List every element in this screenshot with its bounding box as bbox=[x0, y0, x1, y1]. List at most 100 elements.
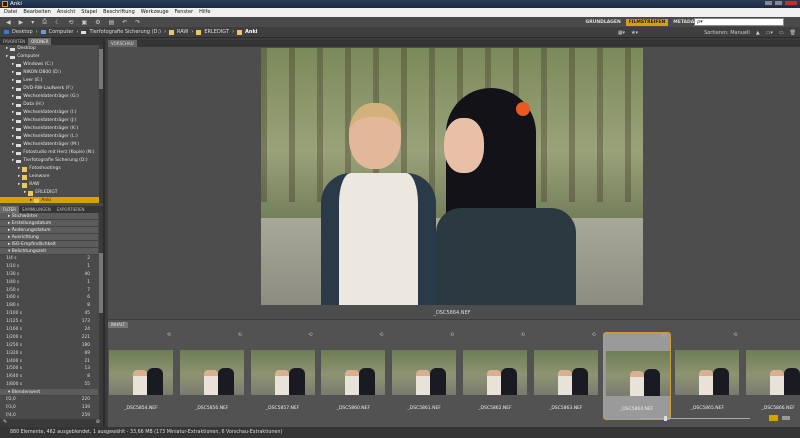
menu-hilfe[interactable]: Hilfe bbox=[199, 8, 210, 17]
breadcrumb-drive[interactable]: Tierfotografie Sicherung (D:) bbox=[89, 29, 161, 35]
back-icon[interactable]: ◀ bbox=[6, 19, 11, 26]
filter-row[interactable]: 1/500 s 13 bbox=[0, 365, 98, 373]
search-input[interactable]: ρ▾ bbox=[694, 18, 784, 26]
review-icon[interactable]: ⚙ bbox=[95, 19, 100, 26]
breadcrumb-computer[interactable]: Computer bbox=[49, 29, 74, 35]
close-button[interactable] bbox=[784, 0, 798, 6]
tree-scrollbar[interactable] bbox=[99, 45, 103, 203]
tree-item[interactable]: ▸ Fotoshootings bbox=[0, 165, 103, 173]
tree-item[interactable]: ▸ RAW bbox=[0, 181, 103, 189]
filter-row[interactable]: 1/400 s 21 bbox=[0, 358, 98, 366]
tree-item[interactable]: ▸ Computer bbox=[0, 53, 103, 61]
tree-item[interactable]: ▸ NIKON D800 (D:) bbox=[0, 69, 103, 77]
tree-item[interactable]: ▸ Wechseldatenträger (I:) bbox=[0, 109, 103, 117]
sort-direction-icon[interactable]: ▲ bbox=[756, 30, 760, 36]
tab-favoriten[interactable]: FAVORITEN bbox=[0, 38, 28, 45]
rotate-icon[interactable]: ⟲ bbox=[450, 332, 454, 338]
filter-row[interactable]: 1/50 s 7 bbox=[0, 287, 98, 295]
filter-row[interactable]: 1/30 s 40 bbox=[0, 271, 98, 279]
rotate-icon[interactable]: ⟲ bbox=[308, 332, 312, 338]
sort-dropdown[interactable]: Sortieren: Manuell bbox=[704, 30, 750, 36]
menu-ansicht[interactable]: Ansicht bbox=[57, 8, 75, 17]
filter-row[interactable]: 1/200 s 221 bbox=[0, 334, 98, 342]
tree-item[interactable]: ▸ Leinware bbox=[0, 173, 103, 181]
tree-item[interactable]: ▸ Wechseldatenträger (M:) bbox=[0, 141, 103, 149]
thumbnail-cell[interactable]: ⟲ _DSC5864.NEF bbox=[602, 332, 671, 420]
tab-ordner[interactable]: ORDNER bbox=[28, 38, 52, 45]
star-filter-icon[interactable]: ★▾ bbox=[631, 30, 638, 36]
tree-item[interactable]: ▸ Wechseldatenträger (K:) bbox=[0, 125, 103, 133]
workspace-grundlagen[interactable]: GRUNDLAGEN bbox=[586, 20, 621, 25]
refine-icon[interactable]: ☾ bbox=[55, 19, 60, 26]
tab-exportieren[interactable]: EXPORTIEREN bbox=[54, 206, 88, 213]
rotate-icon[interactable]: ⟲ bbox=[733, 332, 737, 338]
rotate-icon[interactable]: ⟲ bbox=[592, 332, 596, 338]
new-folder-icon[interactable]: ▭ bbox=[779, 30, 784, 36]
pin-icon[interactable]: ✎ bbox=[3, 419, 7, 425]
thumbnail-cell[interactable]: ⟲ _DSC5865.NEF bbox=[673, 332, 741, 420]
filter-row[interactable]: 1/160 s 24 bbox=[0, 326, 98, 334]
filter-row[interactable]: f/2,0 220 bbox=[0, 396, 98, 404]
filter-scrollbar[interactable] bbox=[99, 213, 103, 429]
view-grid-icon[interactable] bbox=[769, 415, 778, 421]
thumbnail-cell[interactable]: ⟲ _DSC5857.NEF bbox=[249, 332, 317, 420]
thumbnail-cell[interactable]: ⟲ _DSC5862.NEF bbox=[461, 332, 529, 420]
filter-row[interactable]: 1/100 s 45 bbox=[0, 310, 98, 318]
maximize-button[interactable] bbox=[774, 0, 783, 6]
thumbnail-cell[interactable]: ⟲ _DSC5854.NEF bbox=[107, 332, 175, 420]
thumbnail-cell[interactable]: ⟲ _DSC5861.NEF bbox=[390, 332, 458, 420]
menu-fenster[interactable]: Fenster bbox=[175, 8, 194, 17]
filter-row[interactable]: 1/10 s 1 bbox=[0, 263, 98, 271]
preview-image[interactable] bbox=[261, 48, 643, 305]
filter-group[interactable]: ▸ Änderungsdatum bbox=[0, 227, 98, 234]
tree-item[interactable]: ▸ ERLEDIGT bbox=[0, 189, 103, 197]
menu-bearbeiten[interactable]: Bearbeiten bbox=[23, 8, 50, 17]
thumbnail-cell[interactable]: ⟲ _DSC5860.NEF bbox=[319, 332, 387, 420]
output-icon[interactable]: ▤ bbox=[109, 19, 115, 26]
view-list-icon[interactable] bbox=[782, 416, 790, 420]
recent-icon[interactable]: ▾ bbox=[31, 19, 34, 26]
filter-row[interactable]: 1/40 s 1 bbox=[0, 279, 98, 287]
filter-group[interactable]: ▸ Ausrichtung bbox=[0, 234, 98, 241]
tree-item[interactable]: ▸ Desktop bbox=[0, 45, 103, 53]
rotate-icon[interactable]: ⟲ bbox=[379, 332, 383, 338]
clear-filter-icon[interactable]: ⊘ bbox=[96, 419, 100, 425]
tree-item[interactable]: ▸ DVD-RW-Laufwerk (F:) bbox=[0, 85, 103, 93]
filter-row[interactable]: 1/800 s 55 bbox=[0, 381, 98, 389]
trash-icon[interactable]: 🗑 bbox=[790, 30, 796, 36]
filter-row[interactable]: 1/640 s 8 bbox=[0, 373, 98, 381]
tree-item[interactable]: ▸ Windows (C:) bbox=[0, 61, 103, 69]
breadcrumb-desktop[interactable]: Desktop bbox=[12, 29, 33, 35]
minimize-button[interactable] bbox=[764, 0, 773, 6]
filter-row[interactable]: 1/320 s 69 bbox=[0, 350, 98, 358]
filter-group[interactable]: ▸ Erstellungsdatum bbox=[0, 220, 98, 227]
thumbnail-cell[interactable]: ⟲ _DSC5863.NEF bbox=[532, 332, 600, 420]
tree-item[interactable]: ▸ Tierfotografie Sicherung (D:) bbox=[0, 157, 103, 165]
tree-item[interactable]: ▸ Wechseldatenträger (J:) bbox=[0, 117, 103, 125]
tab-inhalt[interactable]: INHALT bbox=[108, 322, 129, 328]
tree-item[interactable]: ▸ Fotostudio mit Herz (Kopie) (N:) bbox=[0, 149, 103, 157]
filter-row[interactable]: 1/80 s 8 bbox=[0, 302, 98, 310]
camera-import-icon[interactable]: ⎙ bbox=[42, 18, 47, 26]
rotate-left-icon[interactable]: ↶ bbox=[122, 19, 127, 26]
menu-datei[interactable]: Datei bbox=[4, 8, 17, 17]
tree-item[interactable]: ▸ Wechseldatenträger (G:) bbox=[0, 93, 103, 101]
thumbnail-cell[interactable]: ⟲ _DSC5856.NEF bbox=[178, 332, 246, 420]
filter-group-aperture[interactable]: ▾ Blendenwert bbox=[0, 389, 98, 397]
quality-icon[interactable]: ▦▾ bbox=[618, 30, 625, 36]
menu-werkzeuge[interactable]: Werkzeuge bbox=[141, 8, 169, 17]
rotate-icon[interactable]: ⟲ bbox=[68, 19, 73, 26]
filter-group[interactable]: ▸ ISO-Empfindlichkeit bbox=[0, 241, 98, 248]
tree-item[interactable]: ▸ Wechseldatenträger (L:) bbox=[0, 133, 103, 141]
filter-group-exposure[interactable]: ▾ Belichtungszeit bbox=[0, 248, 98, 255]
tree-item[interactable]: ▸ Data (H:) bbox=[0, 101, 103, 109]
thumbnail-cell[interactable]: ⟲_DSC5866.NEF bbox=[744, 332, 800, 420]
breadcrumb-erledigt[interactable]: ERLEDIGT bbox=[204, 29, 229, 35]
tab-filter[interactable]: FILTER bbox=[0, 206, 19, 213]
filter-row[interactable]: f/3,0 139 bbox=[0, 404, 98, 412]
rotate-icon[interactable]: ⟲ bbox=[167, 332, 171, 338]
tab-vorschau[interactable]: VORSCHAU bbox=[108, 40, 137, 47]
rotate-icon[interactable]: ⟲ bbox=[521, 332, 525, 338]
open-with-icon[interactable]: ▣ bbox=[82, 19, 88, 26]
filter-row[interactable]: 1/125 s 173 bbox=[0, 318, 98, 326]
